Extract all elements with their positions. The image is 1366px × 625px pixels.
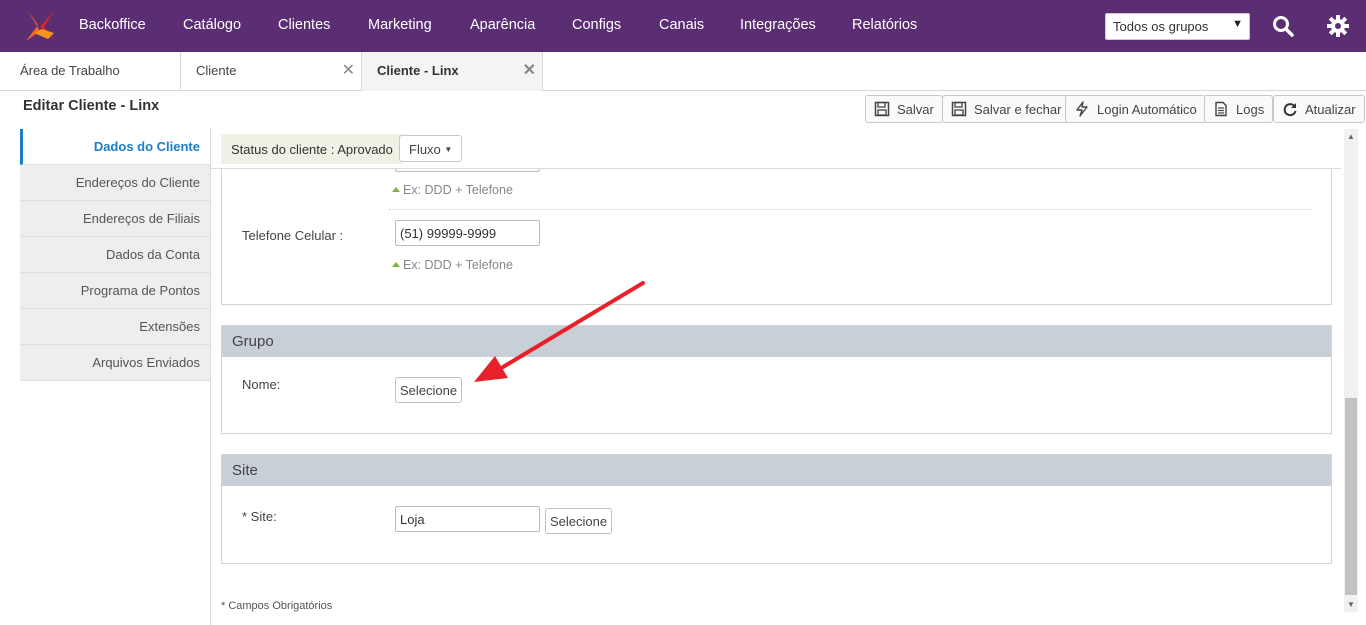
- tab-label: Cliente: [196, 63, 237, 78]
- sidebar-item-enderecos-de-filiais[interactable]: Endereços de Filiais: [20, 201, 211, 237]
- save-button[interactable]: Salvar: [865, 95, 943, 123]
- floppy-icon: [951, 101, 967, 117]
- phone-hint: Ex: DDD + Telefone: [392, 183, 513, 197]
- phone-hint-text: Ex: DDD + Telefone: [403, 183, 513, 197]
- nav-canais[interactable]: Canais: [659, 17, 704, 33]
- group-select-button[interactable]: Selecione: [395, 377, 463, 403]
- lightning-icon: [1076, 101, 1088, 117]
- nav-integracoes[interactable]: Integrações: [740, 17, 816, 33]
- scrollbar-thumb[interactable]: [1345, 398, 1357, 595]
- group-select[interactable]: Todos os grupos ▼: [1105, 13, 1250, 40]
- phone-panel: Ex: DDD + Telefone Telefone Celular : (5…: [221, 144, 1332, 305]
- sidebar-item-extensoes[interactable]: Extensões: [20, 309, 211, 345]
- save-and-close-label: Salvar e fechar: [974, 102, 1062, 117]
- status-strip: Status do cliente : Aprovado Fluxo ▼: [211, 129, 1341, 169]
- site-panel: Site * Site: Loja Selecione: [221, 454, 1332, 564]
- floppy-icon: [874, 101, 890, 117]
- tab-cliente-linx[interactable]: Cliente - Linx ✕: [362, 52, 543, 91]
- search-icon[interactable]: [1271, 14, 1295, 38]
- caret-down-icon: ▼: [444, 145, 453, 154]
- group-name-label: Nome:: [242, 377, 281, 392]
- close-icon[interactable]: ✕: [342, 60, 355, 80]
- tab-bar: Área de Trabalho Cliente ✕ Cliente - Lin…: [0, 52, 1366, 91]
- save-label: Salvar: [897, 102, 934, 117]
- client-status-badge: Status do cliente : Aprovado: [221, 134, 403, 164]
- cell-phone-input[interactable]: (51) 99999-9999: [395, 220, 540, 246]
- required-fields-note: * Campos Obrigatórios: [221, 600, 333, 612]
- caret-down-icon: ▼: [1232, 18, 1243, 30]
- triangle-up-icon: [392, 262, 400, 267]
- tab-area-de-trabalho[interactable]: Área de Trabalho: [0, 52, 181, 91]
- save-and-close-button[interactable]: Salvar e fechar: [942, 95, 1071, 123]
- sidebar-item-programa-de-pontos[interactable]: Programa de Pontos: [20, 273, 211, 309]
- scroll-up-icon[interactable]: ▲: [1344, 130, 1358, 144]
- tab-label: Área de Trabalho: [20, 63, 120, 78]
- refresh-label: Atualizar: [1305, 102, 1356, 117]
- nav-aparencia[interactable]: Aparência: [470, 17, 535, 33]
- nav-configs[interactable]: Configs: [572, 17, 621, 33]
- nav-backoffice[interactable]: Backoffice: [79, 17, 146, 33]
- linx-logo[interactable]: [24, 9, 58, 43]
- nav-marketing[interactable]: Marketing: [368, 17, 432, 33]
- flow-label: Fluxo: [409, 142, 441, 157]
- field-divider: [389, 209, 1311, 210]
- site-input[interactable]: Loja: [395, 506, 540, 532]
- client-side-menu: Dados do Cliente Endereços do Cliente En…: [20, 129, 211, 381]
- cell-phone-label: Telefone Celular :: [242, 228, 344, 243]
- tab-label: Cliente - Linx: [377, 63, 459, 78]
- group-panel: Grupo Nome: Selecione: [221, 325, 1332, 434]
- gear-icon[interactable]: [1326, 14, 1350, 38]
- cell-phone-hint: Ex: DDD + Telefone: [392, 258, 513, 272]
- sidebar-item-arquivos-enviados[interactable]: Arquivos Enviados: [20, 345, 211, 381]
- group-select-value: Todos os grupos: [1113, 19, 1209, 34]
- nav-clientes[interactable]: Clientes: [278, 17, 330, 33]
- flow-dropdown-button[interactable]: Fluxo ▼: [399, 135, 463, 162]
- nav-relatorios[interactable]: Relatórios: [852, 17, 917, 33]
- document-icon: [1215, 101, 1227, 117]
- cell-phone-hint-text: Ex: DDD + Telefone: [403, 258, 513, 272]
- sidebar-item-enderecos-do-cliente[interactable]: Endereços do Cliente: [20, 165, 211, 201]
- group-panel-title: Grupo: [222, 326, 1331, 357]
- logs-label: Logs: [1236, 102, 1265, 117]
- triangle-up-icon: [392, 187, 400, 192]
- logs-button[interactable]: Logs: [1204, 95, 1274, 123]
- site-panel-title: Site: [222, 455, 1331, 486]
- refresh-button[interactable]: Atualizar: [1273, 95, 1365, 123]
- page-title: Editar Cliente - Linx: [23, 98, 160, 114]
- sidebar-divider: [210, 129, 211, 625]
- auto-login-button[interactable]: Login Automático: [1065, 95, 1206, 123]
- refresh-icon: [1283, 103, 1297, 117]
- nav-catalogo[interactable]: Catálogo: [183, 17, 241, 33]
- tab-cliente[interactable]: Cliente ✕: [181, 52, 362, 91]
- sidebar-item-dados-da-conta[interactable]: Dados da Conta: [20, 237, 211, 273]
- close-icon[interactable]: ✕: [523, 60, 536, 80]
- top-navigation-bar: Backoffice Catálogo Clientes Marketing A…: [0, 0, 1366, 52]
- auto-login-label: Login Automático: [1097, 102, 1197, 117]
- site-label: * Site:: [242, 509, 277, 524]
- site-select-button[interactable]: Selecione: [545, 508, 613, 534]
- scroll-down-icon[interactable]: ▼: [1344, 598, 1358, 612]
- sidebar-item-dados-do-cliente[interactable]: Dados do Cliente: [20, 129, 211, 165]
